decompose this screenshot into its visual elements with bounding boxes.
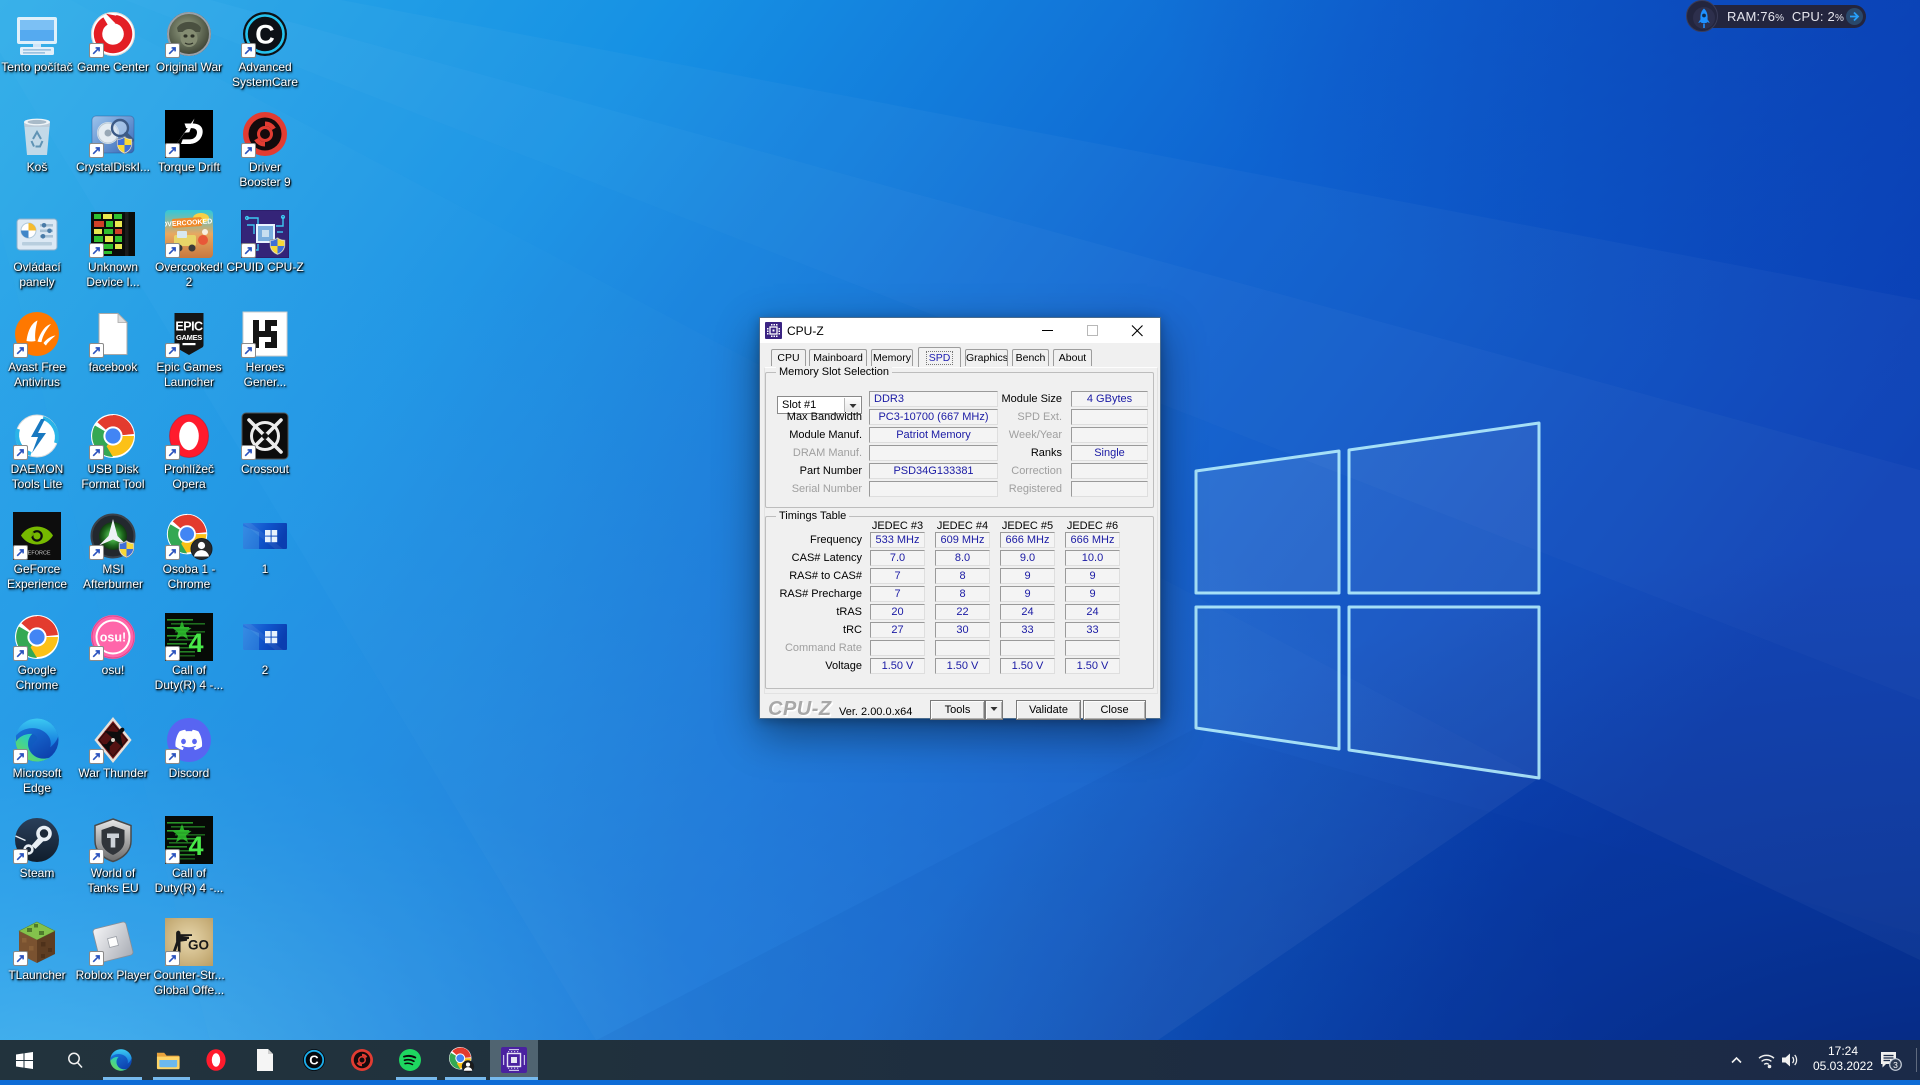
svg-text:4: 4 [188,831,203,861]
svg-text:EPIC: EPIC [175,320,203,334]
svg-text:C: C [309,1053,319,1068]
svg-text:osu!: osu! [100,631,126,645]
svg-text:C: C [255,20,275,50]
svg-text:4: 4 [188,628,203,658]
svg-text:GAMES: GAMES [176,333,202,342]
svg-text:GO: GO [188,938,209,953]
svg-text:3: 3 [1893,1060,1898,1070]
